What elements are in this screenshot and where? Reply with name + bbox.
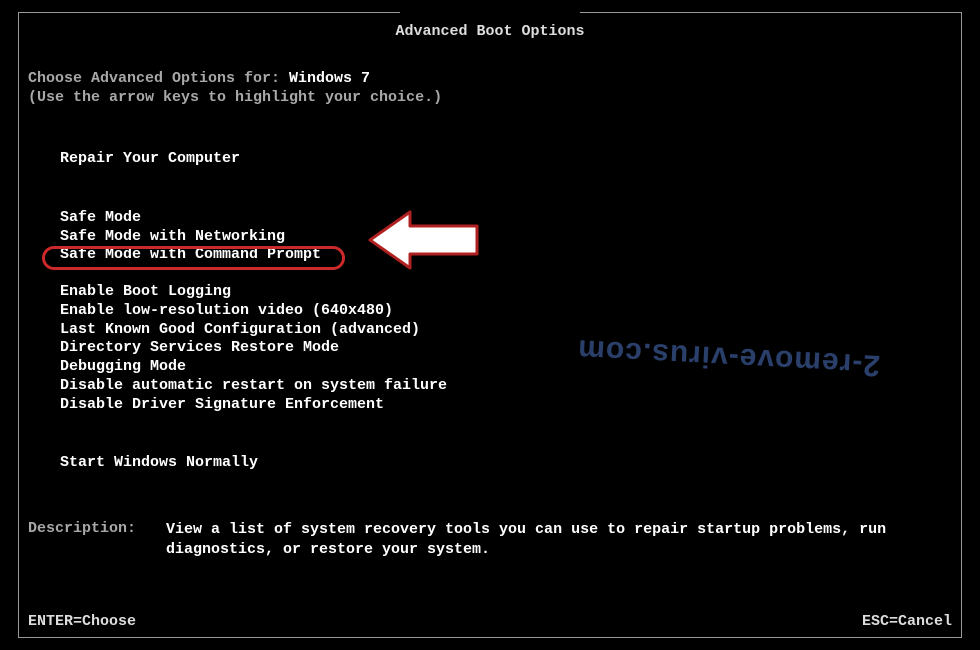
option-low-res-video[interactable]: Enable low-resolution video (640x480) <box>54 302 399 321</box>
option-disable-driver-sig[interactable]: Disable Driver Signature Enforcement <box>54 396 390 415</box>
option-safe-mode[interactable]: Safe Mode <box>54 209 147 228</box>
option-safe-mode-command-prompt[interactable]: Safe Mode with Command Prompt <box>54 246 327 265</box>
arrow-keys-hint: (Use the arrow keys to highlight your ch… <box>28 89 952 106</box>
footer-enter-hint: ENTER=Choose <box>28 613 136 630</box>
footer-esc-hint: ESC=Cancel <box>862 613 952 630</box>
option-boot-logging[interactable]: Enable Boot Logging <box>54 283 237 302</box>
option-repair-computer[interactable]: Repair Your Computer <box>54 150 246 169</box>
description-label: Description: <box>28 520 166 559</box>
choose-prompt: Choose Advanced Options for: Windows 7 <box>28 70 952 87</box>
page-title: Advanced Boot Options <box>0 23 980 40</box>
option-debugging-mode[interactable]: Debugging Mode <box>54 358 192 377</box>
option-start-normally[interactable]: Start Windows Normally <box>54 454 264 473</box>
option-safe-mode-networking[interactable]: Safe Mode with Networking <box>54 228 291 247</box>
description-text: View a list of system recovery tools you… <box>166 520 952 559</box>
option-directory-services-restore[interactable]: Directory Services Restore Mode <box>54 339 345 358</box>
option-disable-auto-restart[interactable]: Disable automatic restart on system fail… <box>54 377 453 396</box>
option-last-known-good[interactable]: Last Known Good Configuration (advanced) <box>54 321 426 340</box>
os-name: Windows 7 <box>289 70 370 87</box>
